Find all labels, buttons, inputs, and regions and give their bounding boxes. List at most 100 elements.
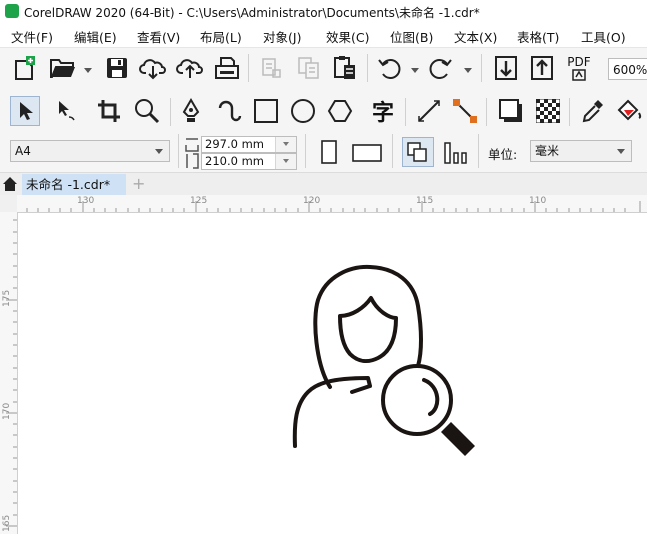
toolbar-separator bbox=[478, 134, 479, 168]
ruler-label: 125 bbox=[190, 196, 208, 206]
menu-edit[interactable]: 编辑(E) bbox=[74, 27, 117, 46]
redo-list-caret[interactable] bbox=[464, 68, 472, 73]
page-height-icon bbox=[186, 153, 199, 169]
page-size-combo[interactable]: A4 bbox=[10, 140, 170, 162]
pick-tool-icon[interactable] bbox=[10, 96, 40, 126]
publish-pdf-button[interactable]: PDF bbox=[564, 53, 594, 83]
cloud-download-icon[interactable] bbox=[138, 53, 168, 83]
undo-icon[interactable] bbox=[374, 53, 404, 83]
polygon-tool-icon[interactable] bbox=[325, 96, 355, 126]
ruler-label: 170 bbox=[2, 402, 12, 420]
toolbar-separator bbox=[305, 134, 306, 168]
toolbar-separator bbox=[405, 98, 406, 126]
all-pages-layout-button[interactable] bbox=[402, 137, 434, 167]
menu-object[interactable]: 对象(J) bbox=[263, 27, 301, 46]
horizontal-ruler[interactable]: 130 125 120 115 110 bbox=[17, 195, 647, 213]
toolbar-separator bbox=[481, 54, 482, 82]
menu-table[interactable]: 表格(T) bbox=[517, 27, 559, 46]
vertical-ruler[interactable]: 175 170 165 bbox=[0, 212, 18, 534]
menu-view[interactable]: 查看(V) bbox=[137, 27, 180, 46]
transparency-tool-icon[interactable] bbox=[533, 96, 563, 126]
pen-tool-icon[interactable] bbox=[176, 96, 206, 126]
units-value: 毫米 bbox=[535, 144, 560, 158]
chevron-down-icon bbox=[617, 149, 625, 154]
title-bar: CorelDRAW 2020 (64-Bit) - C:\Users\Admin… bbox=[0, 0, 647, 22]
document-tab-bar: 未命名 -1.cdr* + bbox=[0, 173, 647, 196]
toolbar-separator bbox=[569, 98, 570, 126]
menu-file[interactable]: 文件(F) bbox=[11, 27, 53, 46]
parallel-dimension-tool-icon[interactable] bbox=[414, 96, 444, 126]
landscape-orientation-icon[interactable] bbox=[352, 143, 382, 163]
all-pages-icon bbox=[407, 142, 427, 162]
page-width-input[interactable]: 297.0 mm bbox=[201, 136, 297, 153]
units-label: 单位: bbox=[488, 147, 518, 162]
toolbar-separator bbox=[367, 54, 368, 82]
ruler-label: 115 bbox=[416, 196, 434, 206]
print-icon[interactable] bbox=[212, 53, 242, 83]
page-height-value: 210.0 mm bbox=[205, 154, 264, 168]
portrait-orientation-icon[interactable] bbox=[318, 139, 340, 165]
chevron-down-icon bbox=[155, 149, 163, 154]
cloud-upload-icon[interactable] bbox=[175, 53, 205, 83]
menu-bar: 文件(F) 编辑(E) 查看(V) 布局(L) 对象(J) 效果(C) 位图(B… bbox=[0, 23, 647, 48]
horizontal-ruler-ticks bbox=[26, 201, 641, 212]
ruler-label: 175 bbox=[2, 289, 12, 307]
tab-document[interactable]: 未命名 -1.cdr* bbox=[22, 174, 126, 195]
interactive-fill-tool-icon[interactable] bbox=[614, 96, 644, 126]
page-size-value: A4 bbox=[15, 144, 31, 158]
ruler-label: 130 bbox=[77, 196, 95, 206]
new-document-icon[interactable] bbox=[10, 53, 40, 83]
toolbar-separator bbox=[170, 98, 171, 126]
page-width-value: 297.0 mm bbox=[205, 137, 264, 151]
save-icon[interactable] bbox=[102, 53, 132, 83]
page-width-icon bbox=[185, 138, 199, 152]
page-height-input[interactable]: 210.0 mm bbox=[201, 153, 297, 170]
copy-disabled-icon[interactable] bbox=[294, 53, 324, 83]
shape-tool-icon[interactable] bbox=[50, 96, 80, 126]
text-tool-icon[interactable]: 字 bbox=[368, 96, 398, 126]
menu-bitmaps[interactable]: 位图(B) bbox=[390, 27, 433, 46]
pdf-icon bbox=[572, 68, 586, 81]
toolbar-separator bbox=[248, 54, 249, 82]
eyedropper-tool-icon[interactable] bbox=[578, 96, 608, 126]
drop-shadow-tool-icon[interactable] bbox=[496, 96, 526, 126]
zoom-tool-icon[interactable] bbox=[132, 96, 162, 126]
home-icon[interactable] bbox=[2, 176, 18, 192]
paste-icon[interactable] bbox=[330, 53, 360, 83]
window-title: CorelDRAW 2020 (64-Bit) - C:\Users\Admin… bbox=[24, 6, 480, 20]
menu-effects[interactable]: 效果(C) bbox=[326, 27, 369, 46]
zoom-level-combo[interactable]: 600% bbox=[608, 58, 647, 80]
artistic-media-tool-icon[interactable] bbox=[214, 96, 244, 126]
height-spin-buttons[interactable] bbox=[275, 154, 296, 169]
pdf-label: PDF bbox=[567, 54, 591, 69]
person-search-icon[interactable] bbox=[18, 213, 647, 534]
vertical-ruler-ticks bbox=[6, 219, 17, 527]
rectangle-tool-icon[interactable] bbox=[251, 96, 281, 126]
import-icon[interactable] bbox=[491, 53, 521, 83]
connector-tool-icon[interactable] bbox=[450, 96, 480, 126]
ruler-label: 110 bbox=[529, 196, 547, 206]
open-folder-icon[interactable] bbox=[48, 53, 78, 83]
toolbar-separator bbox=[486, 98, 487, 126]
toolbar-separator bbox=[178, 134, 179, 168]
open-recent-caret[interactable] bbox=[84, 68, 92, 73]
cut-disabled-icon[interactable] bbox=[256, 53, 286, 83]
export-icon[interactable] bbox=[527, 53, 557, 83]
menu-tools[interactable]: 工具(O) bbox=[581, 27, 626, 46]
ellipse-tool-icon[interactable] bbox=[288, 96, 318, 126]
add-tab-icon[interactable]: + bbox=[132, 174, 145, 193]
ruler-origin-corner[interactable] bbox=[0, 195, 18, 213]
coreldraw-app-icon bbox=[5, 4, 19, 18]
drawing-canvas[interactable] bbox=[18, 213, 647, 534]
ruler-label: 165 bbox=[2, 514, 12, 532]
crop-tool-icon[interactable] bbox=[94, 96, 124, 126]
tools-toolbar: 字 bbox=[0, 92, 647, 131]
width-spin-buttons[interactable] bbox=[275, 137, 296, 152]
current-page-layout-icon[interactable] bbox=[442, 139, 470, 165]
redo-icon[interactable] bbox=[426, 53, 456, 83]
menu-text[interactable]: 文本(X) bbox=[454, 27, 497, 46]
toolbar-separator bbox=[392, 134, 393, 168]
undo-list-caret[interactable] bbox=[411, 68, 419, 73]
menu-layout[interactable]: 布局(L) bbox=[200, 27, 242, 46]
units-combo[interactable]: 毫米 bbox=[530, 140, 632, 162]
